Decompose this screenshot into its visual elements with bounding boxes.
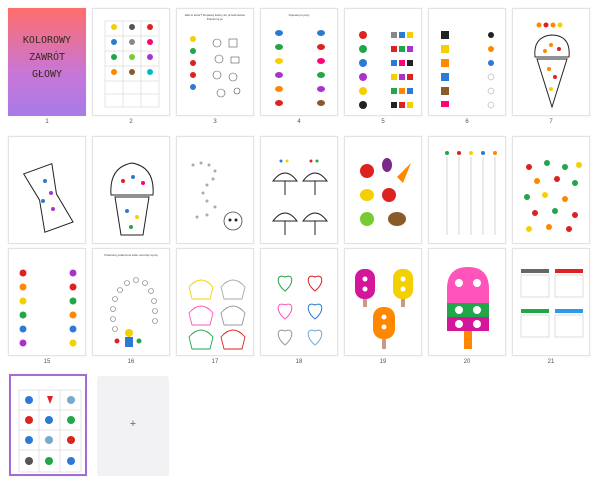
page-thumb-5[interactable] bbox=[344, 8, 422, 116]
bird-pairs-illustration bbox=[275, 30, 325, 106]
add-page-button[interactable]: + bbox=[97, 376, 169, 476]
page-thumb-18[interactable] bbox=[260, 248, 338, 356]
page-thumb-6[interactable] bbox=[428, 8, 506, 116]
plus-icon: + bbox=[129, 418, 137, 430]
cover-title-line: GŁOWY bbox=[31, 69, 63, 80]
page-thumb-17[interactable] bbox=[176, 248, 254, 356]
page-thumb-13[interactable] bbox=[428, 136, 506, 244]
cover-title-line: KOLOROWY bbox=[22, 35, 72, 46]
cover-title-line: ZAWRÓT bbox=[28, 52, 66, 63]
scattered-dots-illustration bbox=[524, 160, 582, 232]
hearts-outline-illustration bbox=[277, 275, 323, 346]
page-thumb-7[interactable] bbox=[512, 8, 590, 116]
page-thumb-4[interactable]: Dopasuj w pary bbox=[260, 8, 338, 116]
page-number: 2 bbox=[129, 119, 133, 125]
page-thumb-12[interactable] bbox=[344, 136, 422, 244]
color-dots-pairs-illustration bbox=[19, 269, 77, 347]
page-thumb-21[interactable] bbox=[512, 248, 590, 356]
page-thumb-1[interactable]: KOLOROWY ZAWRÓT GŁOWY bbox=[8, 8, 86, 116]
page-number: 21 bbox=[547, 359, 555, 365]
page-thumb-11[interactable] bbox=[260, 136, 338, 244]
color-cards-illustration bbox=[520, 269, 584, 338]
page-number: 1 bbox=[45, 119, 49, 125]
flower-swatches-illustration bbox=[359, 31, 413, 109]
page-thumb-2[interactable] bbox=[92, 8, 170, 116]
page-thumb-15[interactable] bbox=[8, 248, 86, 356]
vegetables-illustration bbox=[360, 158, 411, 226]
popsicles-small-illustration bbox=[355, 269, 413, 349]
cupcake-illustration bbox=[110, 162, 154, 236]
cover-title: KOLOROWY ZAWRÓT GŁOWY bbox=[8, 32, 86, 83]
page-thumb-20[interactable] bbox=[428, 248, 506, 356]
page-number: 15 bbox=[43, 359, 51, 365]
ice-cream-cone-illustration bbox=[534, 22, 570, 109]
page-number: 20 bbox=[463, 359, 471, 365]
page-number: 5 bbox=[381, 119, 385, 125]
cupcakes-outline-illustration bbox=[188, 279, 246, 350]
umbrellas-illustration bbox=[271, 159, 329, 235]
candy-illustration bbox=[22, 163, 74, 233]
picture-grid-illustration bbox=[18, 389, 82, 473]
page-number: 17 bbox=[211, 359, 219, 365]
page-thumb-22[interactable] bbox=[9, 374, 87, 476]
page-number: 4 bbox=[297, 119, 301, 125]
rainbow-circles-illustration bbox=[110, 277, 158, 347]
page-thumbnail-grid: KOLOROWY ZAWRÓT GŁOWY 1 2 Jaki to kolor?… bbox=[0, 0, 600, 478]
color-table-illustration bbox=[104, 20, 160, 108]
page-thumb-10[interactable] bbox=[176, 136, 254, 244]
page-number: 16 bbox=[127, 359, 135, 365]
clothing-colors-illustration bbox=[441, 31, 495, 109]
dotted-path-illustration bbox=[191, 161, 243, 231]
page-thumb-16[interactable]: Pokoloruj połączone koła, tworząc tęczę bbox=[92, 248, 170, 356]
page-number: 18 bbox=[295, 359, 303, 365]
dot-columns-illustration bbox=[445, 151, 497, 235]
page-number: 6 bbox=[465, 119, 469, 125]
page-number: 19 bbox=[379, 359, 387, 365]
page-thumb-19[interactable] bbox=[344, 248, 422, 356]
color-matching-illustration bbox=[190, 36, 241, 98]
page-number: 3 bbox=[213, 119, 217, 125]
page-thumb-9[interactable] bbox=[92, 136, 170, 244]
page-thumb-8[interactable] bbox=[8, 136, 86, 244]
page-thumb-14[interactable] bbox=[512, 136, 590, 244]
page-number: 7 bbox=[549, 119, 553, 125]
page-thumb-3[interactable]: Jaki to kolor? Dopasuj kolory do przedmi… bbox=[176, 8, 254, 116]
popsicle-large-illustration bbox=[447, 267, 489, 349]
